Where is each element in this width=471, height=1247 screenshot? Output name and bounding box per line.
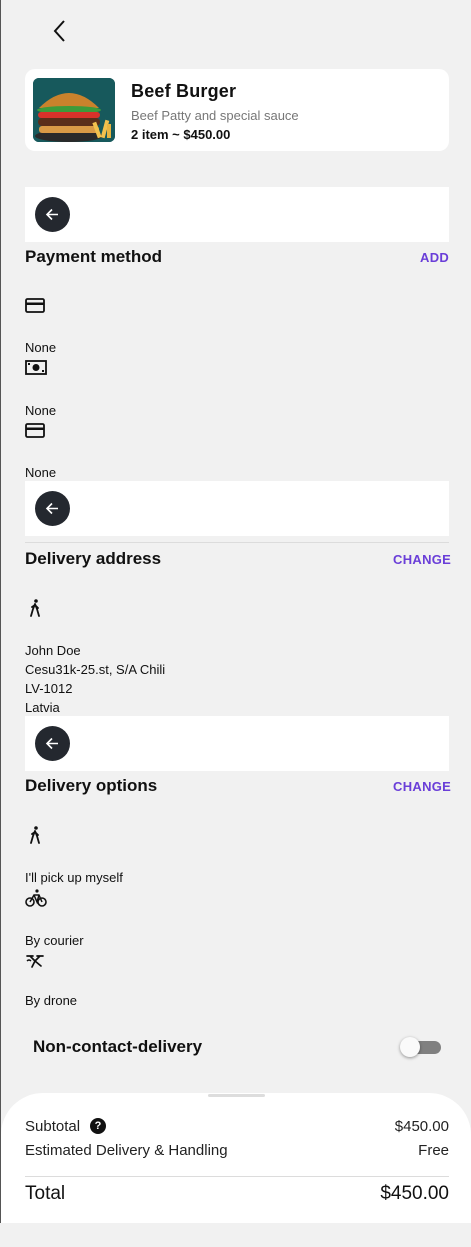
- credit-card-icon[interactable]: [25, 422, 47, 440]
- walking-person-icon: [25, 599, 47, 617]
- non-contact-delivery-toggle[interactable]: [400, 1037, 442, 1057]
- product-name: Beef Burger: [131, 81, 237, 101]
- subtotal-label: Subtotal: [25, 1118, 81, 1135]
- arrow-left-icon: [45, 502, 58, 515]
- delivery-address-title: Delivery address: [25, 549, 162, 568]
- total-label: Total: [25, 1183, 66, 1204]
- burger-image: [33, 78, 115, 142]
- credit-card-icon[interactable]: [25, 297, 47, 315]
- delivery-options-title: Delivery options: [25, 776, 158, 795]
- payment-back-button[interactable]: [35, 197, 70, 232]
- delivery-option-label: By courier: [25, 933, 84, 948]
- divider: [25, 542, 449, 543]
- address-line: LV-1012: [25, 681, 73, 696]
- address-header-band: [25, 481, 449, 536]
- drone-icon[interactable]: [25, 952, 47, 970]
- add-payment-button[interactable]: ADD: [420, 250, 449, 265]
- window-edge: [0, 0, 1, 1223]
- bicycle-icon[interactable]: [25, 889, 47, 907]
- address-line: Cesu31k-25.st, S/A Chili: [25, 662, 166, 677]
- delivery-option-label: I'll pick up myself: [25, 870, 123, 885]
- product-description: Beef Patty and special sauce: [131, 108, 299, 123]
- payment-method-title: Payment method: [25, 247, 162, 266]
- subtotal-value: $450.00: [394, 1118, 449, 1135]
- summary-divider: [25, 1176, 449, 1177]
- delivery-option-label: By drone: [25, 993, 78, 1008]
- delivery-header-band: [25, 716, 449, 771]
- change-delivery-button[interactable]: CHANGE: [393, 779, 451, 794]
- sheet-drag-handle[interactable]: [208, 1094, 265, 1097]
- cash-icon[interactable]: [25, 359, 47, 377]
- payment-option-label: None: [25, 403, 57, 418]
- address-line: Latvia: [25, 700, 60, 715]
- walking-person-icon[interactable]: [25, 826, 47, 844]
- change-address-button[interactable]: CHANGE: [393, 552, 451, 567]
- delivery-back-button[interactable]: [35, 726, 70, 761]
- toggle-knob: [400, 1037, 420, 1057]
- product-card[interactable]: Beef Burger Beef Patty and special sauce…: [25, 69, 449, 151]
- payment-option-label: None: [25, 340, 57, 355]
- product-quantity-price: 2 item ~ $450.00: [131, 127, 231, 142]
- non-contact-delivery-label: Non-contact-delivery: [33, 1037, 203, 1056]
- address-back-button[interactable]: [35, 491, 70, 526]
- payment-option-label: None: [25, 465, 57, 480]
- delivery-handling-value: Free: [418, 1142, 449, 1159]
- address-line: John Doe: [25, 643, 81, 658]
- arrow-left-icon: [45, 208, 58, 221]
- payment-header-band: [25, 187, 449, 242]
- arrow-left-icon: [45, 737, 58, 750]
- back-chevron-icon[interactable]: [50, 18, 70, 44]
- total-value: $450.00: [380, 1183, 449, 1204]
- help-icon[interactable]: ?: [90, 1118, 106, 1134]
- delivery-handling-label: Estimated Delivery & Handling: [25, 1142, 228, 1159]
